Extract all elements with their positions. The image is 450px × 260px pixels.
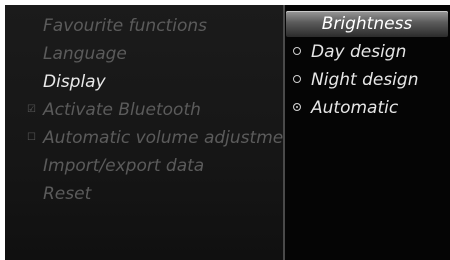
option-label: Automatic xyxy=(311,98,399,118)
menu-item-automatic-volume-adjustment[interactable]: Automatic volume adjustment xyxy=(43,127,283,149)
radio-unselected-icon xyxy=(293,47,301,55)
menu-item-display[interactable]: Display xyxy=(43,71,106,93)
option-label: Night design xyxy=(311,70,419,90)
settings-menu: Favourite functions Language Display ☑ A… xyxy=(5,5,283,260)
radio-selected-icon xyxy=(293,103,301,111)
menu-item-favourite-functions[interactable]: Favourite functions xyxy=(43,15,207,37)
checkbox-checked-icon[interactable]: ☑ xyxy=(27,105,37,115)
option-day-design[interactable]: Day design xyxy=(293,41,406,63)
radio-unselected-icon xyxy=(293,75,301,83)
menu-item-activate-bluetooth[interactable]: Activate Bluetooth xyxy=(43,99,201,121)
option-automatic[interactable]: Automatic xyxy=(293,97,398,119)
menu-item-reset[interactable]: Reset xyxy=(43,183,91,205)
submenu-header: Brightness xyxy=(286,11,448,37)
option-night-design[interactable]: Night design xyxy=(293,69,418,91)
display-screen: Favourite functions Language Display ☑ A… xyxy=(5,5,450,260)
option-label: Day design xyxy=(311,42,407,62)
menu-item-language[interactable]: Language xyxy=(43,43,127,65)
submenu-title: Brightness xyxy=(321,14,413,34)
brightness-submenu: Brightness Day design Night design Autom… xyxy=(285,5,450,260)
checkbox-unchecked-icon[interactable]: ☐ xyxy=(27,133,37,143)
menu-item-import-export-data[interactable]: Import/export data xyxy=(43,155,204,177)
